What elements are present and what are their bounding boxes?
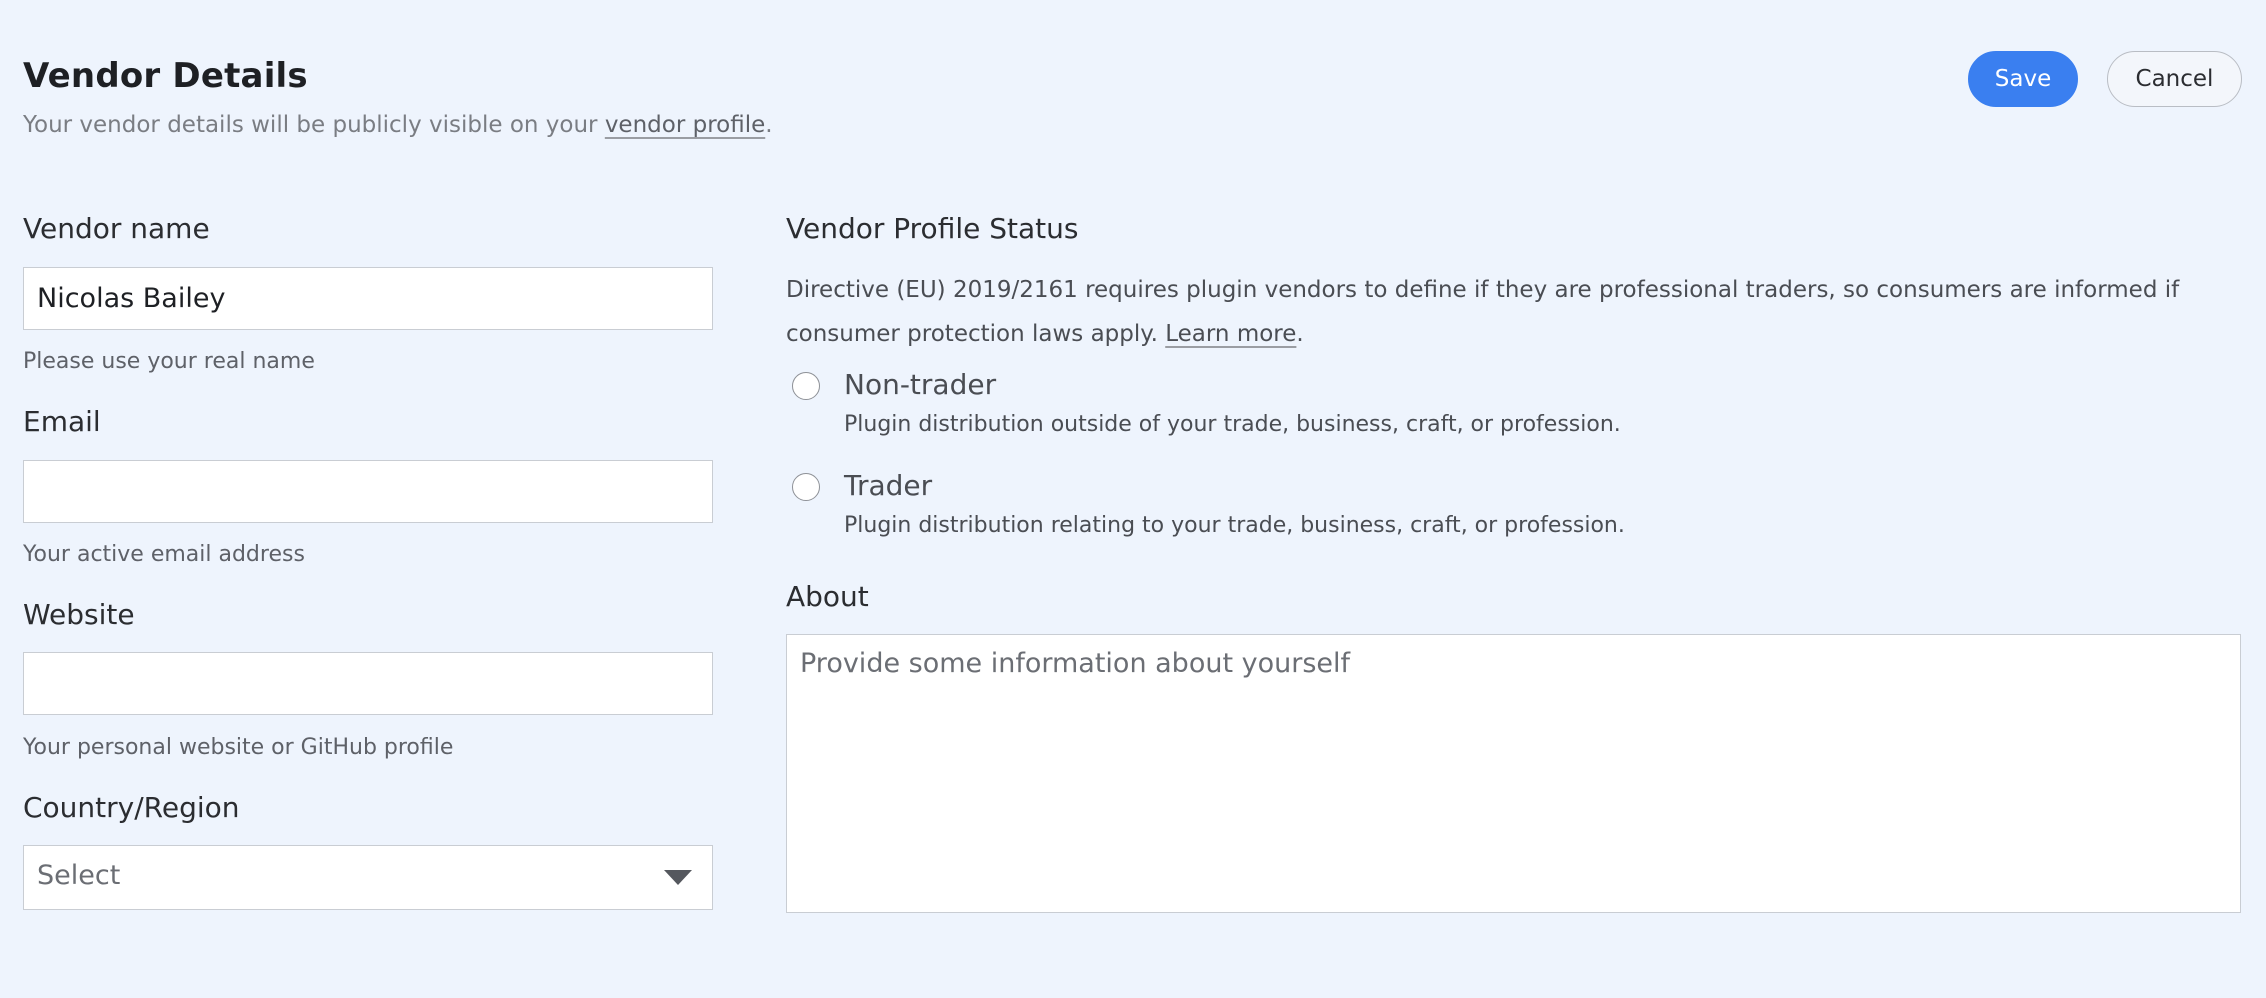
email-input[interactable] <box>23 460 713 523</box>
trader-label[interactable]: Trader <box>844 469 932 502</box>
vendor-name-input[interactable] <box>23 267 713 330</box>
chevron-down-icon <box>664 870 692 885</box>
trader-description: Plugin distribution relating to your tra… <box>844 513 1625 538</box>
about-label: About <box>786 580 869 613</box>
vendor-name-help: Please use your real name <box>23 349 315 374</box>
directive-text: Directive (EU) 2019/2161 requires plugin… <box>786 277 2180 347</box>
website-help: Your personal website or GitHub profile <box>23 735 454 760</box>
subtitle-period: . <box>765 112 773 138</box>
country-select-value: Select <box>37 860 121 891</box>
country-select[interactable]: Select <box>23 845 713 910</box>
profile-status-title: Vendor Profile Status <box>786 212 1079 245</box>
non-trader-radio[interactable] <box>792 372 820 400</box>
radio-option-non-trader[interactable]: Non-trader Plugin distribution outside o… <box>792 368 1692 458</box>
trader-radio[interactable] <box>792 473 820 501</box>
country-label: Country/Region <box>23 791 240 824</box>
radio-option-trader[interactable]: Trader Plugin distribution relating to y… <box>792 469 1692 559</box>
cancel-button[interactable]: Cancel <box>2107 51 2242 107</box>
learn-more-link[interactable]: Learn more <box>1165 321 1296 347</box>
non-trader-label[interactable]: Non-trader <box>844 368 996 401</box>
vendor-name-label: Vendor name <box>23 212 210 245</box>
about-textarea[interactable] <box>786 634 2241 913</box>
save-button[interactable]: Save <box>1968 51 2078 107</box>
email-help: Your active email address <box>23 542 305 567</box>
profile-status-description: Directive (EU) 2019/2161 requires plugin… <box>786 268 2246 356</box>
vendor-profile-link[interactable]: vendor profile <box>605 112 765 138</box>
website-label: Website <box>23 598 135 631</box>
email-label: Email <box>23 405 101 438</box>
subtitle-text: Your vendor details will be publicly vis… <box>23 112 605 138</box>
page-title: Vendor Details <box>23 56 308 96</box>
non-trader-description: Plugin distribution outside of your trad… <box>844 412 1621 437</box>
page-subtitle: Your vendor details will be publicly vis… <box>23 112 773 138</box>
website-input[interactable] <box>23 652 713 715</box>
directive-period: . <box>1296 321 1304 347</box>
